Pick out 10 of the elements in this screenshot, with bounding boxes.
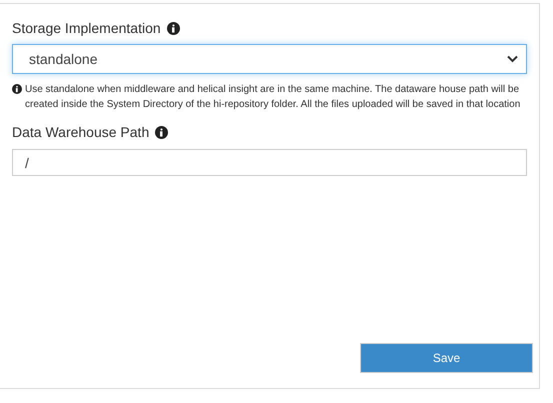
field-label: Storage Implementation <box>12 20 161 36</box>
info-icon <box>166 22 180 34</box>
info-icon <box>12 84 22 94</box>
help-text: Use standalone when middleware and helical insight are in the same machine. The dataware house path will be created inside the System Directory of the hi-repository folder. All the files uploaded will be saved in that location <box>25 83 522 112</box>
info-icon <box>155 126 168 138</box>
chevron-down-icon <box>507 55 518 63</box>
save-button[interactable]: Save <box>360 343 533 373</box>
path-input[interactable]: / <box>12 149 527 176</box>
field-label: Data Warehouse Path <box>12 124 150 140</box>
storage-select[interactable]: standalone <box>12 44 527 74</box>
